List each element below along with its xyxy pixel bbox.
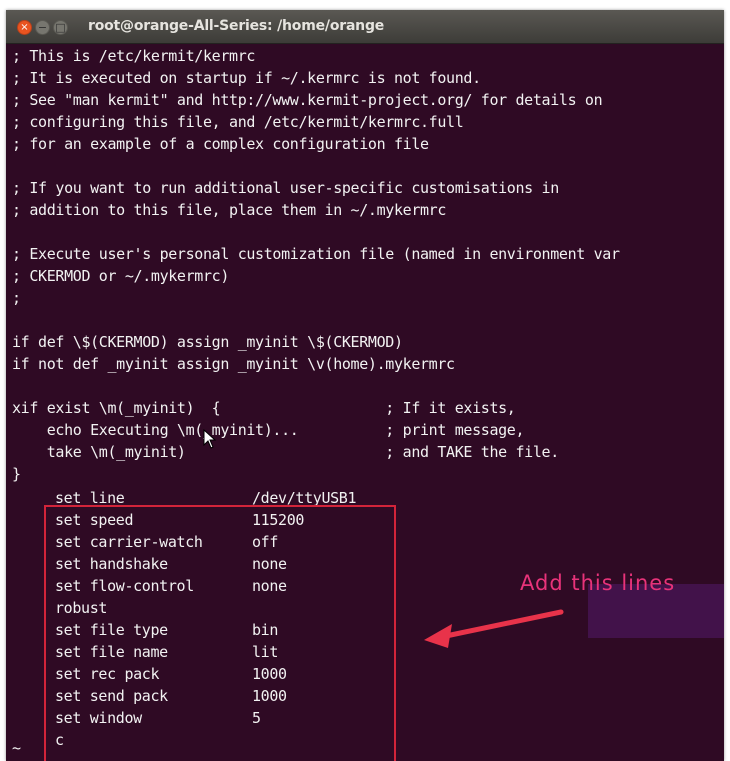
maximize-icon: □: [55, 21, 66, 34]
minimize-button[interactable]: −: [35, 20, 50, 35]
tilde-line: ~: [12, 739, 21, 757]
highlight-box: [44, 505, 396, 761]
terminal-line: if not def _myinit assign _myinit \v(hom…: [12, 355, 455, 373]
terminal-line: ; If you want to run additional user-spe…: [12, 179, 559, 197]
mouse-cursor-icon: [203, 429, 217, 449]
terminal-line: ; CKERMOD or ~/.mykermrc): [12, 267, 230, 285]
annotation-text: Add this lines: [520, 571, 676, 595]
close-button[interactable]: ×: [17, 20, 32, 35]
terminal-content[interactable]: ; This is /etc/kermit/kermrc ; It is exe…: [6, 44, 724, 761]
terminal-line: ; It is executed on startup if ~/.kermrc…: [12, 69, 481, 87]
terminal-line: if def \$(CKERMOD) assign _myinit \$(CKE…: [12, 333, 403, 351]
terminal-line: ; Execute user's personal customization …: [12, 245, 620, 263]
window-title: root@orange-All-Series: /home/orange: [88, 18, 385, 34]
annotation-arrow: [424, 609, 564, 648]
maximize-button[interactable]: □: [53, 20, 68, 35]
minimize-icon: −: [37, 21, 48, 34]
terminal-line: echo Executing \m(_myinit)... ; print me…: [12, 421, 525, 439]
terminal-line: ; This is /etc/kermit/kermrc: [12, 47, 256, 65]
close-icon: ×: [20, 22, 29, 33]
terminal-line: ; configuring this file, and /etc/kermit…: [12, 113, 464, 131]
terminal-line: ; See "man kermit" and http://www.kermit…: [12, 91, 603, 109]
terminal-window: × − □ root@orange-All-Series: /home/oran…: [6, 10, 724, 761]
terminal-line: take \m(_myinit) ; and TAKE the file.: [12, 443, 560, 461]
terminal-line: ;: [12, 289, 21, 307]
terminal-line: ; for an example of a complex configurat…: [12, 135, 429, 153]
title-bar[interactable]: × − □ root@orange-All-Series: /home/oran…: [6, 10, 724, 44]
terminal-line: }: [12, 465, 21, 483]
terminal-line: xif exist \m(_myinit) { ; If it exists,: [12, 399, 516, 417]
terminal-line: ; addition to this file, place them in ~…: [12, 201, 447, 219]
